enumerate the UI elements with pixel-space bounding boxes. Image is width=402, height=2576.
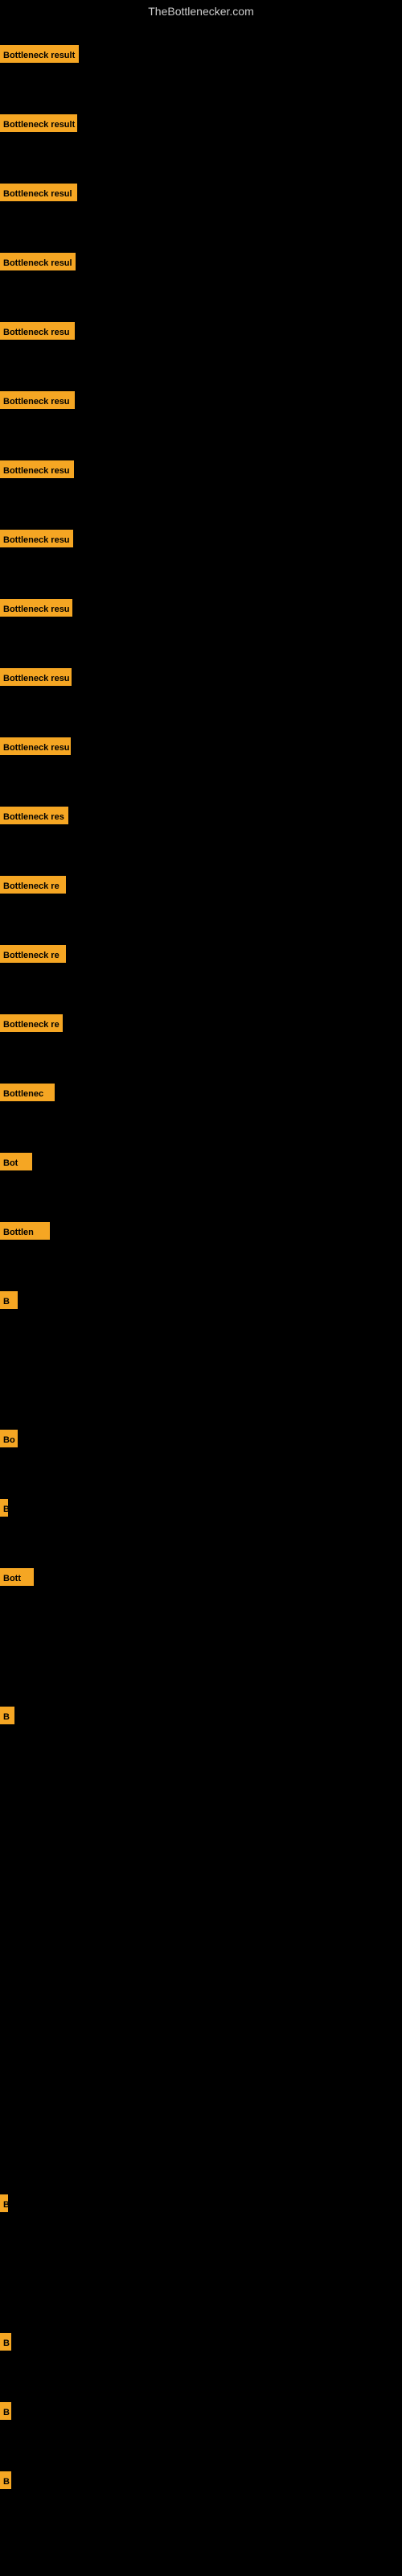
bottleneck-result-label: Bottleneck resu bbox=[0, 322, 75, 340]
bottleneck-result-label: Bot bbox=[0, 1153, 32, 1170]
bottleneck-result-label: Bottleneck re bbox=[0, 945, 66, 963]
bottleneck-result-label: Bottlenec bbox=[0, 1084, 55, 1101]
bar-row: Bottleneck resul bbox=[0, 253, 81, 270]
bar-row: Bottleneck resu bbox=[0, 737, 76, 755]
bottleneck-result-label: Bottleneck resu bbox=[0, 599, 72, 617]
bottleneck-result-label: B bbox=[0, 1707, 14, 1724]
bottleneck-result-label: Bottleneck result bbox=[0, 114, 77, 132]
bottleneck-result-label: Bottleneck resu bbox=[0, 668, 72, 686]
bottleneck-result-label: Bottleneck res bbox=[0, 807, 68, 824]
bottleneck-result-label: Bott bbox=[0, 1568, 34, 1586]
bottleneck-result-label: Bottleneck re bbox=[0, 876, 66, 894]
bar-row: B bbox=[0, 2402, 17, 2420]
bar-row: Bottleneck re bbox=[0, 1014, 68, 1032]
bottleneck-result-label: Bo bbox=[0, 1430, 18, 1447]
bar-row: Bottleneck resu bbox=[0, 391, 80, 409]
bar-row: B bbox=[0, 2471, 17, 2489]
bar-row: Bottleneck resu bbox=[0, 599, 78, 617]
bar-row: Bo bbox=[0, 1430, 23, 1447]
bar-row: Bottleneck result bbox=[0, 114, 83, 132]
bar-row: B bbox=[0, 1707, 20, 1724]
bottleneck-result-label: Bottleneck resu bbox=[0, 737, 71, 755]
bar-row: B bbox=[0, 2194, 14, 2212]
bottleneck-result-label: B bbox=[0, 1499, 8, 1517]
bar-row: B bbox=[0, 2333, 17, 2351]
bar-row: Bottlenec bbox=[0, 1084, 60, 1101]
bar-row: B bbox=[0, 1499, 14, 1517]
bar-row: B bbox=[0, 1291, 23, 1309]
bar-row: Bot bbox=[0, 1153, 38, 1170]
bottleneck-result-label: Bottleneck result bbox=[0, 45, 79, 63]
bottleneck-result-label: B bbox=[0, 2194, 8, 2212]
bar-row: Bottleneck resu bbox=[0, 460, 80, 478]
bar-row: Bottleneck re bbox=[0, 876, 72, 894]
bottleneck-result-label: B bbox=[0, 1291, 18, 1309]
bottleneck-result-label: Bottlen bbox=[0, 1222, 50, 1240]
bar-row: Bottleneck resu bbox=[0, 322, 80, 340]
bar-row: Bottleneck resu bbox=[0, 668, 77, 686]
bottleneck-result-label: B bbox=[0, 2471, 11, 2489]
bar-row: Bott bbox=[0, 1568, 39, 1586]
bottleneck-result-label: Bottleneck resu bbox=[0, 460, 74, 478]
bottleneck-result-label: B bbox=[0, 2333, 11, 2351]
bottleneck-result-label: Bottleneck resul bbox=[0, 253, 76, 270]
bottleneck-result-label: Bottleneck resu bbox=[0, 391, 75, 409]
bottleneck-result-label: Bottleneck re bbox=[0, 1014, 63, 1032]
bottleneck-result-label: B bbox=[0, 2402, 11, 2420]
bar-row: Bottleneck resul bbox=[0, 184, 83, 201]
bottleneck-result-label: Bottleneck resul bbox=[0, 184, 77, 201]
bar-row: Bottleneck resu bbox=[0, 530, 79, 547]
bar-row: Bottleneck res bbox=[0, 807, 74, 824]
bar-row: Bottlen bbox=[0, 1222, 55, 1240]
bar-row: Bottleneck result bbox=[0, 45, 84, 63]
site-title: TheBottlenecker.com bbox=[0, 0, 402, 23]
bar-row: Bottleneck re bbox=[0, 945, 72, 963]
bottleneck-result-label: Bottleneck resu bbox=[0, 530, 73, 547]
